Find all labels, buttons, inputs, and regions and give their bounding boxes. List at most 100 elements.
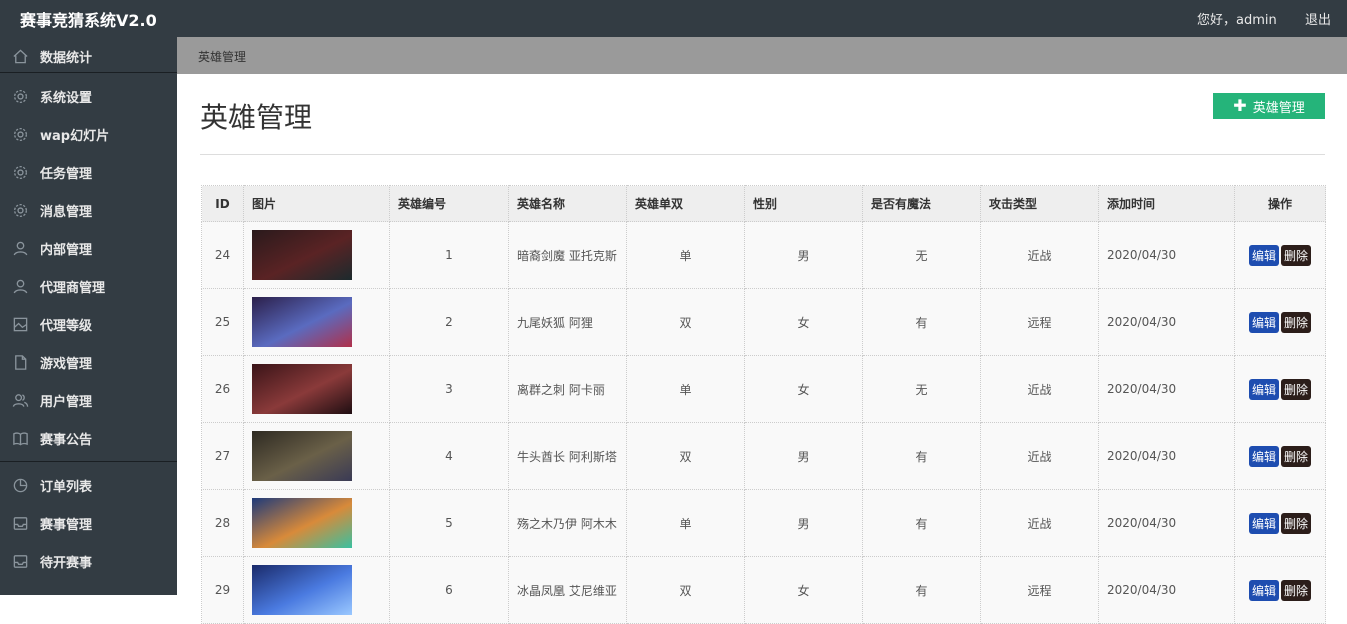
add-hero-button[interactable]: ✚ 英雄管理 [1213, 93, 1325, 119]
sidebar-item[interactable]: 数据统计 [0, 37, 177, 75]
sidebar-item[interactable]: 消息管理 [0, 191, 177, 229]
cell-id: 28 [201, 489, 244, 557]
sidebar-item[interactable]: 内部管理 [0, 229, 177, 267]
sidebar-item[interactable]: 赛事公告 [0, 419, 177, 457]
cell-single-double: 单 [626, 221, 745, 289]
col-header-name: 英雄名称 [508, 185, 627, 222]
cell-gender: 女 [744, 288, 863, 356]
edit-button[interactable]: 编辑 [1248, 579, 1279, 601]
cell-magic: 有 [862, 489, 981, 557]
cell-added: 2020/04/30 [1098, 221, 1235, 289]
cell-magic: 有 [862, 288, 981, 356]
logout-link[interactable]: 退出 [1305, 9, 1331, 28]
cell-id: 27 [201, 422, 244, 490]
hero-thumbnail [252, 431, 352, 481]
table-row: 28 5 殇之木乃伊 阿木木单男有近战 2020/04/30 编辑 删除 [201, 489, 1326, 557]
cell-image [243, 355, 390, 423]
sidebar-item[interactable]: 游戏管理 [0, 343, 177, 381]
sidebar-item-label: 赛事管理 [40, 517, 93, 533]
delete-button[interactable]: 删除 [1281, 579, 1312, 601]
sidebar-item[interactable]: 代理等级 [0, 305, 177, 343]
table-row: 29 6 冰晶凤凰 艾尼维亚双女有远程 2020/04/30 编辑 删除 [201, 556, 1326, 624]
cell-name: 殇之木乃伊 阿木木 [508, 489, 627, 557]
cell-gender: 女 [744, 355, 863, 423]
cell-ops: 编辑 删除 [1234, 489, 1326, 557]
sidebar-item-label: 数据统计 [40, 50, 93, 66]
table-row: 24 1 暗裔剑魔 亚托克斯单男无近战 2020/04/30 编辑 删除 [201, 221, 1326, 289]
document-icon [11, 353, 29, 371]
delete-button[interactable]: 删除 [1281, 512, 1312, 534]
cell-attack: 近战 [980, 489, 1099, 557]
cell-attack: 远程 [980, 556, 1099, 624]
sidebar-item-label: 订单列表 [40, 479, 93, 495]
user-icon [11, 239, 29, 257]
sidebar-item[interactable]: 系统设置 [0, 77, 177, 115]
edit-button[interactable]: 编辑 [1248, 244, 1279, 266]
col-header-ops: 操作 [1234, 185, 1326, 222]
sidebar-item[interactable]: 待开赛事 [0, 542, 177, 580]
picture-icon [11, 315, 29, 333]
cell-number: 4 [389, 422, 509, 490]
delete-button[interactable]: 删除 [1281, 311, 1312, 333]
sidebar-item[interactable]: 用户管理 [0, 381, 177, 419]
cell-single-double: 单 [626, 489, 745, 557]
cell-ops: 编辑 删除 [1234, 288, 1326, 356]
cell-id: 24 [201, 221, 244, 289]
cell-gender: 男 [744, 489, 863, 557]
gear-icon [11, 163, 29, 181]
gear-icon [11, 87, 29, 105]
breadcrumb: 英雄管理 [177, 37, 1347, 74]
delete-button[interactable]: 删除 [1281, 244, 1312, 266]
sidebar-item[interactable]: wap幻灯片 [0, 115, 177, 153]
sidebar-item-label: 消息管理 [40, 204, 93, 220]
cell-image [243, 288, 390, 356]
cell-single-double: 单 [626, 355, 745, 423]
user-icon [11, 277, 29, 295]
sidebar-item-label: 用户管理 [40, 394, 93, 410]
gear-icon [11, 201, 29, 219]
sidebar-item[interactable]: 订单列表 [0, 466, 177, 504]
cell-number: 5 [389, 489, 509, 557]
page-title: 英雄管理 [200, 101, 313, 134]
sidebar-item-label: 游戏管理 [40, 356, 93, 372]
cell-attack: 远程 [980, 288, 1099, 356]
cell-name: 离群之刺 阿卡丽 [508, 355, 627, 423]
cell-added: 2020/04/30 [1098, 556, 1235, 624]
sidebar-item[interactable]: 任务管理 [0, 153, 177, 191]
col-header-attack: 攻击类型 [980, 185, 1099, 222]
cell-id: 26 [201, 355, 244, 423]
top-bar: 赛事竞猜系统V2.0 您好，admin 退出 [0, 0, 1347, 37]
cell-added: 2020/04/30 [1098, 489, 1235, 557]
cell-name: 牛头酋长 阿利斯塔 [508, 422, 627, 490]
sidebar-item[interactable]: 代理商管理 [0, 267, 177, 305]
cell-magic: 有 [862, 422, 981, 490]
cell-magic: 有 [862, 556, 981, 624]
cell-image [243, 422, 390, 490]
edit-button[interactable]: 编辑 [1248, 378, 1279, 400]
sidebar-item-label: 代理商管理 [40, 280, 106, 296]
hero-thumbnail [252, 364, 352, 414]
delete-button[interactable]: 删除 [1281, 378, 1312, 400]
cell-name: 冰晶凤凰 艾尼维亚 [508, 556, 627, 624]
user-greeting: 您好，admin [1197, 13, 1277, 28]
cell-number: 1 [389, 221, 509, 289]
cell-image [243, 489, 390, 557]
cell-ops: 编辑 删除 [1234, 422, 1326, 490]
sidebar-item[interactable]: 赛事管理 [0, 504, 177, 542]
col-header-id: ID [201, 185, 244, 222]
cell-number: 3 [389, 355, 509, 423]
sidebar-item-label: 任务管理 [40, 166, 93, 182]
edit-button[interactable]: 编辑 [1248, 445, 1279, 467]
cell-ops: 编辑 删除 [1234, 221, 1326, 289]
cell-added: 2020/04/30 [1098, 288, 1235, 356]
sidebar-item-label: 内部管理 [40, 242, 93, 258]
delete-button[interactable]: 删除 [1281, 445, 1312, 467]
divider [200, 154, 1325, 155]
col-header-magic: 是否有魔法 [862, 185, 981, 222]
edit-button[interactable]: 编辑 [1248, 311, 1279, 333]
edit-button[interactable]: 编辑 [1248, 512, 1279, 534]
table-header-row: ID 图片 英雄编号 英雄名称 英雄单双 性别 是否有魔法 攻击类型 添加时间 … [201, 185, 1326, 222]
cell-magic: 无 [862, 355, 981, 423]
inbox-icon [11, 552, 29, 570]
col-header-added: 添加时间 [1098, 185, 1235, 222]
